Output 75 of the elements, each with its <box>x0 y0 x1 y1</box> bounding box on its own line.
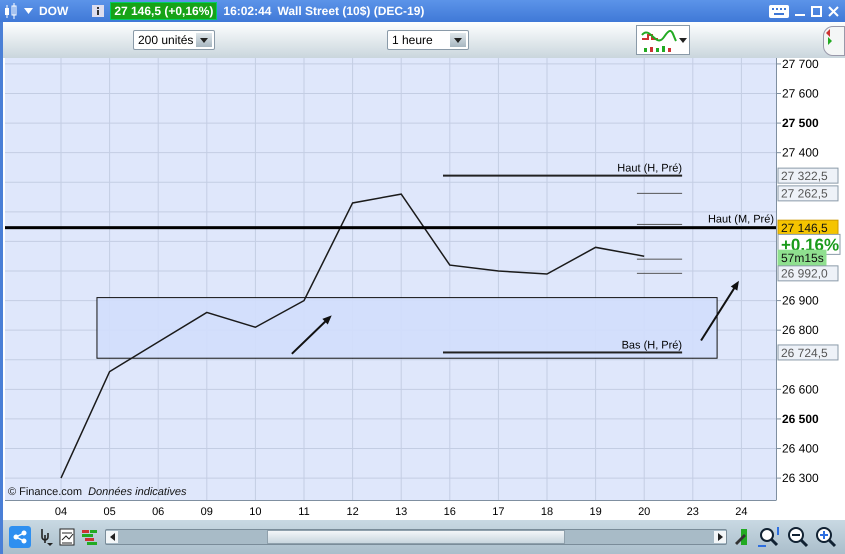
close-icon[interactable] <box>828 6 839 16</box>
price-tag: 26 724,5 <box>778 344 838 360</box>
trend-arrow[interactable] <box>291 315 332 354</box>
zoom-out-icon[interactable] <box>787 526 809 548</box>
bars-icon[interactable] <box>81 528 99 546</box>
timeframe-dropdown[interactable]: 1 heure <box>387 30 469 50</box>
x-axis-label: 18 <box>540 506 554 518</box>
arrows-icon <box>824 27 834 47</box>
y-axis-label: 27 600 <box>782 86 819 100</box>
range-box[interactable] <box>96 297 718 359</box>
scrollbar[interactable] <box>105 529 727 545</box>
candlestick-icon[interactable] <box>4 3 18 19</box>
x-axis-label: 12 <box>346 506 359 518</box>
y-axis-label: 26 800 <box>782 323 819 338</box>
level-line[interactable] <box>443 174 682 177</box>
y-axis-label: 27 500 <box>782 116 819 130</box>
data-source: Finance.com <box>19 486 82 498</box>
left-arrow-icon[interactable] <box>110 533 114 541</box>
scrollbar-thumb[interactable] <box>267 530 565 544</box>
x-axis-label: 20 <box>638 506 650 518</box>
x-axis-label: 19 <box>589 506 602 518</box>
maximize-icon[interactable] <box>811 6 822 16</box>
x-axis-label: 23 <box>686 506 699 518</box>
level-line[interactable] <box>443 351 682 354</box>
symbol-name[interactable]: DOW <box>39 4 68 18</box>
caret-icon <box>454 38 462 42</box>
caret-icon <box>679 38 687 42</box>
level-line[interactable] <box>636 224 682 225</box>
price-tag: 27 146,5 <box>778 220 838 236</box>
price-tag: 27 262,5 <box>778 185 838 202</box>
x-axis-label: 17 <box>492 506 505 518</box>
x-axis-label: 13 <box>395 506 408 518</box>
x-axis-label: 06 <box>152 506 164 518</box>
price-tag: 27 322,5 <box>778 168 838 184</box>
sheet-icon[interactable] <box>59 528 75 546</box>
caret-icon[interactable] <box>24 8 33 14</box>
data-disclaimer: Données indicatives <box>88 486 187 498</box>
indicator-button[interactable] <box>636 25 690 55</box>
y-axis-label: 27 700 <box>782 58 819 71</box>
y-axis-label: 26 300 <box>782 471 819 486</box>
x-axis-label: 11 <box>298 506 310 518</box>
price-tag: 57m15s <box>778 250 826 266</box>
quote-badge: 27 146,5 (+0,16%) <box>110 2 218 20</box>
price-tag: 26 992,0 <box>778 265 838 282</box>
zoom-in-icon[interactable] <box>815 526 837 548</box>
x-axis-label: 24 <box>735 506 748 518</box>
share-icon <box>13 530 27 544</box>
y-axis-label: 26 900 <box>782 294 819 308</box>
y-axis-label: 27 400 <box>782 146 819 160</box>
x-axis-label: 16 <box>444 506 456 518</box>
trend-arrow[interactable] <box>700 280 739 342</box>
side-panel-tab[interactable] <box>823 26 845 56</box>
instrument-name: Wall Street (10$) (DEC-19) <box>277 4 424 18</box>
quote-time: 16:02:44 <box>223 4 272 18</box>
share-button[interactable] <box>9 526 31 548</box>
info-icon[interactable] <box>92 5 104 17</box>
level-label: Haut (M, Pré) <box>708 214 774 226</box>
units-dropdown[interactable]: 200 unités <box>133 30 215 50</box>
x-axis-label: 04 <box>54 506 68 518</box>
y-axis-label: 26 600 <box>782 382 819 396</box>
level-label: Bas (H, Pré) <box>622 339 682 352</box>
y-axis-label: 26 500 <box>782 412 819 426</box>
level-label: Haut (H, Pré) <box>617 162 682 175</box>
right-arrow-icon[interactable] <box>718 533 722 541</box>
keyboard-icon[interactable] <box>769 4 789 18</box>
level-line[interactable] <box>636 192 682 194</box>
x-axis-label: 09 <box>200 506 213 518</box>
x-axis-label: 10 <box>249 506 262 518</box>
current-level-line[interactable] <box>5 226 776 230</box>
copyright-mark: © <box>8 486 16 498</box>
zoom-fit-icon[interactable] <box>757 526 781 548</box>
indicator-chart-icon <box>639 27 677 53</box>
caret-icon <box>200 38 208 42</box>
y-axis-label: 26 400 <box>782 442 819 456</box>
x-axis-label: 05 <box>103 506 116 518</box>
